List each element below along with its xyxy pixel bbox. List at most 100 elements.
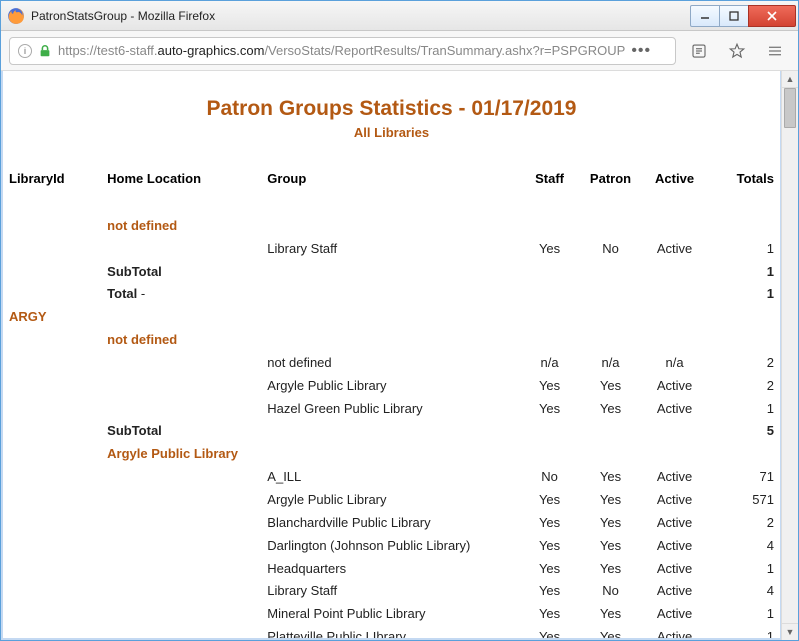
- maximize-button[interactable]: [719, 5, 749, 27]
- subtotal-row: SubTotal 5: [3, 420, 780, 443]
- staff-cell: Yes: [520, 603, 580, 626]
- subtotal-value: 5: [708, 420, 780, 443]
- totals-cell: 71: [708, 466, 780, 489]
- blank: [3, 443, 101, 466]
- home-location-cell: Argyle Public Library: [101, 443, 261, 466]
- table-row: Hazel Green Public LibraryYesYesActive1: [3, 398, 780, 421]
- blank: [642, 443, 708, 466]
- table-row: Blanchardville Public LibraryYesYesActiv…: [3, 512, 780, 535]
- totals-cell: 1: [708, 398, 780, 421]
- col-libraryid: LibraryId: [3, 168, 101, 191]
- totals-cell: 1: [708, 626, 780, 638]
- close-button[interactable]: [748, 5, 796, 27]
- blank: [3, 352, 101, 375]
- active-cell: Active: [642, 603, 708, 626]
- staff-cell: Yes: [520, 512, 580, 535]
- group-cell: Blanchardville Public Library: [261, 512, 519, 535]
- blank: [580, 283, 642, 306]
- lock-icon: [38, 44, 52, 58]
- col-patron: Patron: [580, 168, 642, 191]
- patron-cell: No: [580, 238, 642, 261]
- blank: [101, 238, 261, 261]
- blank: [708, 329, 780, 352]
- blank: [3, 283, 101, 306]
- blank: [520, 283, 580, 306]
- titlebar[interactable]: PatronStatsGroup - Mozilla Firefox: [1, 1, 798, 31]
- blank: [3, 375, 101, 398]
- blank: [261, 261, 519, 284]
- blank: [3, 489, 101, 512]
- totals-cell: 2: [708, 352, 780, 375]
- blank: [101, 398, 261, 421]
- group-cell: Hazel Green Public Library: [261, 398, 519, 421]
- group-cell: A_ILL: [261, 466, 519, 489]
- page-actions-icon[interactable]: •••: [631, 42, 651, 60]
- group-cell: Library Staff: [261, 580, 519, 603]
- active-cell: Active: [642, 238, 708, 261]
- blank: [3, 512, 101, 535]
- vertical-scrollbar[interactable]: ▲ ▼: [781, 71, 798, 640]
- blank: [101, 626, 261, 638]
- table-row: Argyle Public LibraryYesYesActive571: [3, 489, 780, 512]
- table-row: not definedn/an/an/a2: [3, 352, 780, 375]
- active-cell: Active: [642, 375, 708, 398]
- blank: [642, 420, 708, 443]
- blank: [642, 261, 708, 284]
- totals-cell: 2: [708, 512, 780, 535]
- blank: [520, 261, 580, 284]
- minimize-button[interactable]: [690, 5, 720, 27]
- blank: [642, 215, 708, 238]
- window-buttons: [691, 5, 796, 27]
- patron-cell: Yes: [580, 603, 642, 626]
- active-cell: Active: [642, 398, 708, 421]
- site-info-icon[interactable]: i: [18, 44, 32, 58]
- blank: [580, 420, 642, 443]
- blank: [101, 352, 261, 375]
- blank: [642, 283, 708, 306]
- blank: [261, 420, 519, 443]
- scroll-up-button[interactable]: ▲: [782, 71, 798, 88]
- bookmark-star-icon[interactable]: [722, 37, 752, 65]
- patron-cell: No: [580, 580, 642, 603]
- table-header-row: LibraryId Home Location Group Staff Patr…: [3, 168, 780, 191]
- active-cell: Active: [642, 535, 708, 558]
- staff-cell: Yes: [520, 558, 580, 581]
- blank: [580, 261, 642, 284]
- hamburger-menu-icon[interactable]: [760, 37, 790, 65]
- staff-cell: No: [520, 466, 580, 489]
- subtotal-label: SubTotal: [101, 420, 261, 443]
- table-row: Mineral Point Public LibraryYesYesActive…: [3, 603, 780, 626]
- active-cell: Active: [642, 558, 708, 581]
- col-active: Active: [642, 168, 708, 191]
- reader-view-icon[interactable]: [684, 37, 714, 65]
- report-page: Patron Groups Statistics - 01/17/2019 Al…: [3, 71, 780, 638]
- table-row: Darlington (Johnson Public Library)YesYe…: [3, 535, 780, 558]
- blank: [261, 306, 519, 329]
- blank: [3, 580, 101, 603]
- libraryid-cell: ARGY: [3, 306, 101, 329]
- staff-cell: Yes: [520, 626, 580, 638]
- blank: [261, 443, 519, 466]
- group-cell: not defined: [261, 352, 519, 375]
- active-cell: Active: [642, 466, 708, 489]
- blank: [708, 215, 780, 238]
- blank: [3, 558, 101, 581]
- patron-cell: Yes: [580, 398, 642, 421]
- blank: [261, 215, 519, 238]
- scroll-thumb[interactable]: [784, 88, 796, 128]
- total-row: Total -1: [3, 283, 780, 306]
- blank: [3, 466, 101, 489]
- active-cell: n/a: [642, 352, 708, 375]
- libraryid-row: ARGY: [3, 306, 780, 329]
- blank: [3, 329, 101, 352]
- table-row: Library StaffYesNoActive1: [3, 238, 780, 261]
- scroll-down-button[interactable]: ▼: [782, 623, 798, 640]
- blank: [101, 466, 261, 489]
- blank: [520, 443, 580, 466]
- subtotal-row: SubTotal1: [3, 261, 780, 284]
- home-location-row: not defined: [3, 329, 780, 352]
- blank: [101, 535, 261, 558]
- subtotal-value: 1: [708, 261, 780, 284]
- staff-cell: Yes: [520, 398, 580, 421]
- address-bar[interactable]: i https://test6-staff.auto-graphics.com/…: [9, 37, 676, 65]
